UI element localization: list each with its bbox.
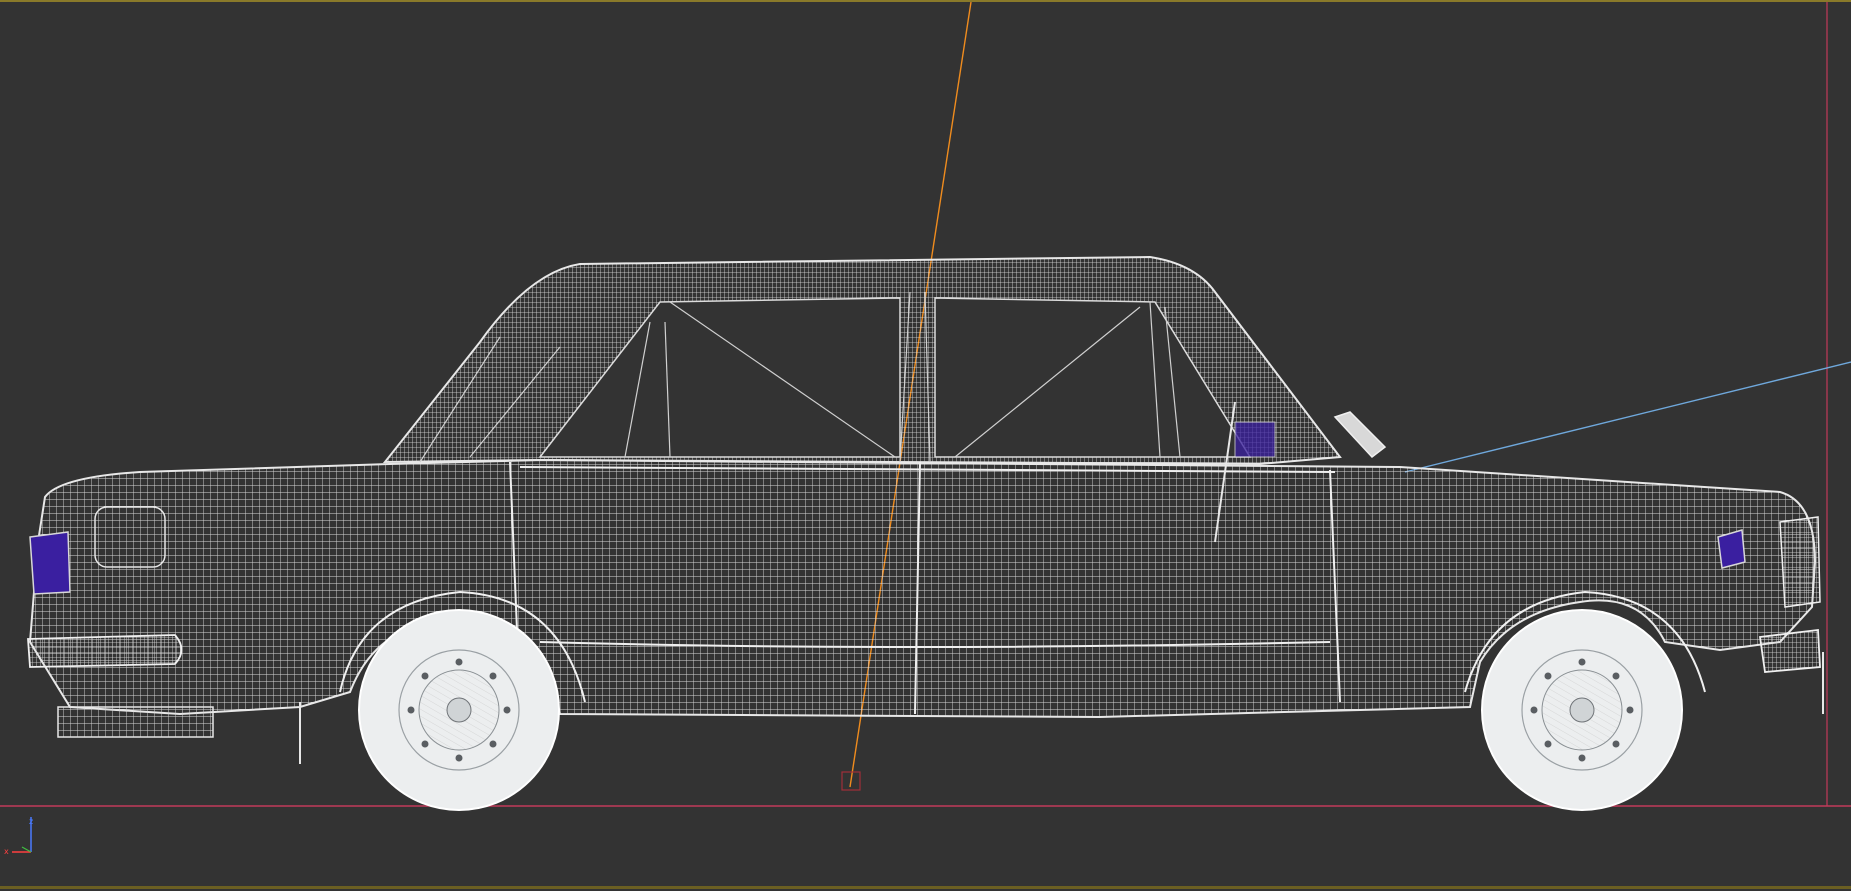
rear-wheel[interactable] [358, 609, 560, 811]
taillight[interactable] [29, 531, 71, 595]
side-mirror[interactable] [1333, 411, 1387, 459]
axis-x-label: x [4, 847, 9, 856]
scene-canvas[interactable]: z x [0, 2, 1851, 891]
headlight[interactable] [1779, 516, 1821, 608]
3d-viewport[interactable]: z x [0, 0, 1851, 889]
exhaust-pipe[interactable] [57, 706, 214, 738]
front-wheel[interactable] [1481, 609, 1683, 811]
axis-gizmo: z x [4, 817, 33, 856]
car-model[interactable] [27, 255, 1824, 811]
headlight-indicator[interactable] [1717, 529, 1746, 569]
front-bumper[interactable] [1758, 628, 1821, 673]
selected-object-steering[interactable] [1234, 421, 1276, 458]
axis-z-label: z [29, 817, 33, 826]
camera-direction-line [1404, 361, 1851, 473]
rear-bumper[interactable] [27, 634, 183, 668]
